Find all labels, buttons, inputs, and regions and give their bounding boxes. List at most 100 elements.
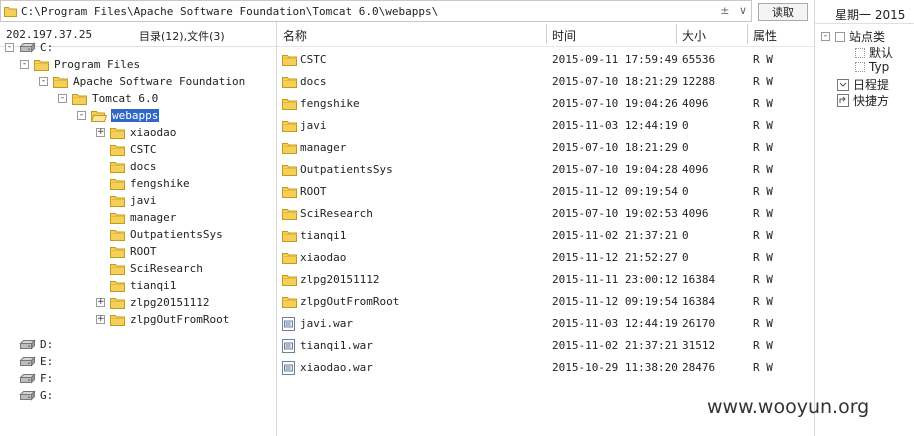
tree-node[interactable]: fengshike — [96, 175, 190, 191]
file-name[interactable]: docs — [300, 75, 327, 88]
collapse-icon[interactable]: - — [5, 42, 14, 52]
file-row[interactable]: zlpg20151112 2015-11-11 23:00:12 16384 R W — [277, 269, 814, 291]
file-name[interactable]: xiaodao.war — [300, 361, 373, 374]
tree-node[interactable]: + zlpgOutFromRoot — [96, 311, 229, 327]
collapse-icon[interactable]: - — [39, 76, 48, 86]
tree-node-label[interactable]: zlpgOutFromRoot — [130, 313, 229, 326]
path-bar[interactable]: C:\Program Files\Apache Software Foundat… — [0, 0, 752, 22]
collapse-icon[interactable]: - — [821, 32, 830, 41]
file-name[interactable]: ROOT — [300, 185, 327, 198]
file-row[interactable]: xiaodao.war 2015-10-29 11:38:20 28476 R W — [277, 357, 814, 379]
tree-node-label[interactable]: webapps — [109, 107, 161, 123]
tree-node-label[interactable]: javi — [130, 194, 157, 207]
drive-item[interactable]: E: — [19, 353, 53, 369]
tree-node-label[interactable]: OutpatientsSys — [130, 228, 223, 241]
drive-item[interactable]: F: — [19, 370, 53, 386]
site-tree-item[interactable]: 默认 — [855, 44, 893, 61]
site-tree-item[interactable]: Typ — [855, 60, 889, 74]
file-name[interactable]: tianqi1.war — [300, 339, 373, 352]
site-tree-label[interactable]: 快捷方 — [853, 92, 889, 109]
tree-node-label[interactable]: SciResearch — [130, 262, 203, 275]
file-row[interactable]: xiaodao 2015-11-12 21:52:27 0 R W — [277, 247, 814, 269]
drive-label[interactable]: D: — [40, 338, 53, 351]
tree-node[interactable]: tianqi1 — [96, 277, 176, 293]
expand-icon[interactable]: + — [96, 314, 105, 324]
tree-node[interactable]: OutpatientsSys — [96, 226, 223, 242]
file-row[interactable]: ROOT 2015-11-12 09:19:54 0 R W — [277, 181, 814, 203]
tree-node-label[interactable]: zlpg20151112 — [130, 296, 209, 309]
tree-node-label[interactable]: Apache Software Foundation — [73, 75, 245, 88]
tree-node-label[interactable]: Program Files — [54, 58, 140, 71]
file-name[interactable]: javi — [300, 119, 327, 132]
site-tree-item[interactable]: - 站点类 — [821, 28, 885, 45]
expand-icon[interactable]: + — [96, 127, 105, 137]
tree-node-label[interactable]: tianqi1 — [130, 279, 176, 292]
file-row[interactable]: tianqi1.war 2015-11-02 21:37:21 31512 R W — [277, 335, 814, 357]
file-row[interactable]: OutpatientsSys 2015-07-10 19:04:28 4096 R W — [277, 159, 814, 181]
tree-node-label[interactable]: fengshike — [130, 177, 190, 190]
site-tree-label[interactable]: 站点类 — [849, 28, 885, 45]
tree-node[interactable]: + zlpg20151112 — [96, 294, 209, 310]
file-row[interactable]: tianqi1 2015-11-02 21:37:21 0 R W — [277, 225, 814, 247]
tree-node[interactable]: javi — [96, 192, 157, 208]
checkbox-icon[interactable] — [855, 47, 865, 58]
collapse-icon[interactable]: - — [58, 93, 67, 103]
tree-node[interactable]: - Apache Software Foundation — [39, 73, 245, 89]
file-row[interactable]: manager 2015-07-10 18:21:29 0 R W — [277, 137, 814, 159]
tree-node[interactable]: docs — [96, 158, 157, 174]
checkbox-icon[interactable] — [855, 62, 865, 72]
drive-label[interactable]: F: — [40, 372, 53, 385]
collapse-icon[interactable]: - — [77, 110, 86, 120]
file-row[interactable]: javi.war 2015-11-03 12:44:19 26170 R W — [277, 313, 814, 335]
column-divider[interactable] — [546, 24, 547, 44]
tree-node[interactable]: - C: — [5, 39, 53, 55]
file-name[interactable]: CSTC — [300, 53, 327, 66]
column-attr[interactable]: 属性 — [753, 27, 777, 44]
tree-node-label[interactable]: docs — [130, 160, 157, 173]
tree-node[interactable]: - webapps — [77, 107, 161, 123]
file-row[interactable]: docs 2015-07-10 18:21:29 12288 R W — [277, 71, 814, 93]
drive-label[interactable]: G: — [40, 389, 53, 402]
drive-label[interactable]: E: — [40, 355, 53, 368]
tree-node[interactable]: ROOT — [96, 243, 157, 259]
site-tree-label[interactable]: Typ — [869, 60, 889, 74]
tree-node-label[interactable]: CSTC — [130, 143, 157, 156]
file-name[interactable]: SciResearch — [300, 207, 373, 220]
file-name[interactable]: fengshike — [300, 97, 360, 110]
site-tree-label[interactable]: 默认 — [869, 44, 893, 61]
file-name[interactable]: OutpatientsSys — [300, 163, 393, 176]
tree-node-label[interactable]: Tomcat 6.0 — [92, 92, 158, 105]
file-row[interactable]: SciResearch 2015-07-10 19:02:53 4096 R W — [277, 203, 814, 225]
drive-item[interactable]: G: — [19, 387, 53, 403]
file-name[interactable]: xiaodao — [300, 251, 346, 264]
tree-node[interactable]: SciResearch — [96, 260, 203, 276]
file-row[interactable]: fengshike 2015-07-10 19:04:26 4096 R W — [277, 93, 814, 115]
collapse-icon[interactable]: - — [20, 59, 29, 69]
file-row[interactable]: javi 2015-11-03 12:44:19 0 R W — [277, 115, 814, 137]
tree-node[interactable]: + xiaodao — [96, 124, 176, 140]
tree-node-label[interactable]: ROOT — [130, 245, 157, 258]
tree-node-label[interactable]: C: — [40, 41, 53, 54]
site-tree-label[interactable]: 日程提 — [853, 76, 889, 93]
site-tree-item[interactable]: 日程提 — [837, 76, 889, 93]
path-text[interactable]: C:\Program Files\Apache Software Foundat… — [21, 5, 438, 18]
column-name[interactable]: 名称 — [283, 27, 307, 44]
file-name[interactable]: manager — [300, 141, 346, 154]
expand-icon[interactable]: + — [96, 297, 105, 307]
column-time[interactable]: 时间 — [552, 27, 576, 44]
path-controls[interactable]: ± ∨ — [720, 4, 747, 17]
column-divider[interactable] — [747, 24, 748, 44]
tree-node[interactable]: - Tomcat 6.0 — [58, 90, 158, 106]
file-row[interactable]: zlpgOutFromRoot 2015-11-12 09:19:54 16384 R… — [277, 291, 814, 313]
file-row[interactable]: CSTC 2015-09-11 17:59:49 65536 R W — [277, 49, 814, 71]
tree-node[interactable]: manager — [96, 209, 176, 225]
chevron-down-icon[interactable]: ∨ — [739, 4, 747, 17]
tree-node[interactable]: CSTC — [96, 141, 157, 157]
read-button[interactable]: 读取 — [758, 3, 808, 21]
site-tree-item[interactable]: 快捷方 — [837, 92, 889, 109]
tree-node-label[interactable]: manager — [130, 211, 176, 224]
file-name[interactable]: zlpg20151112 — [300, 273, 379, 286]
file-name[interactable]: javi.war — [300, 317, 353, 330]
file-name[interactable]: tianqi1 — [300, 229, 346, 242]
tree-node-label[interactable]: xiaodao — [130, 126, 176, 139]
